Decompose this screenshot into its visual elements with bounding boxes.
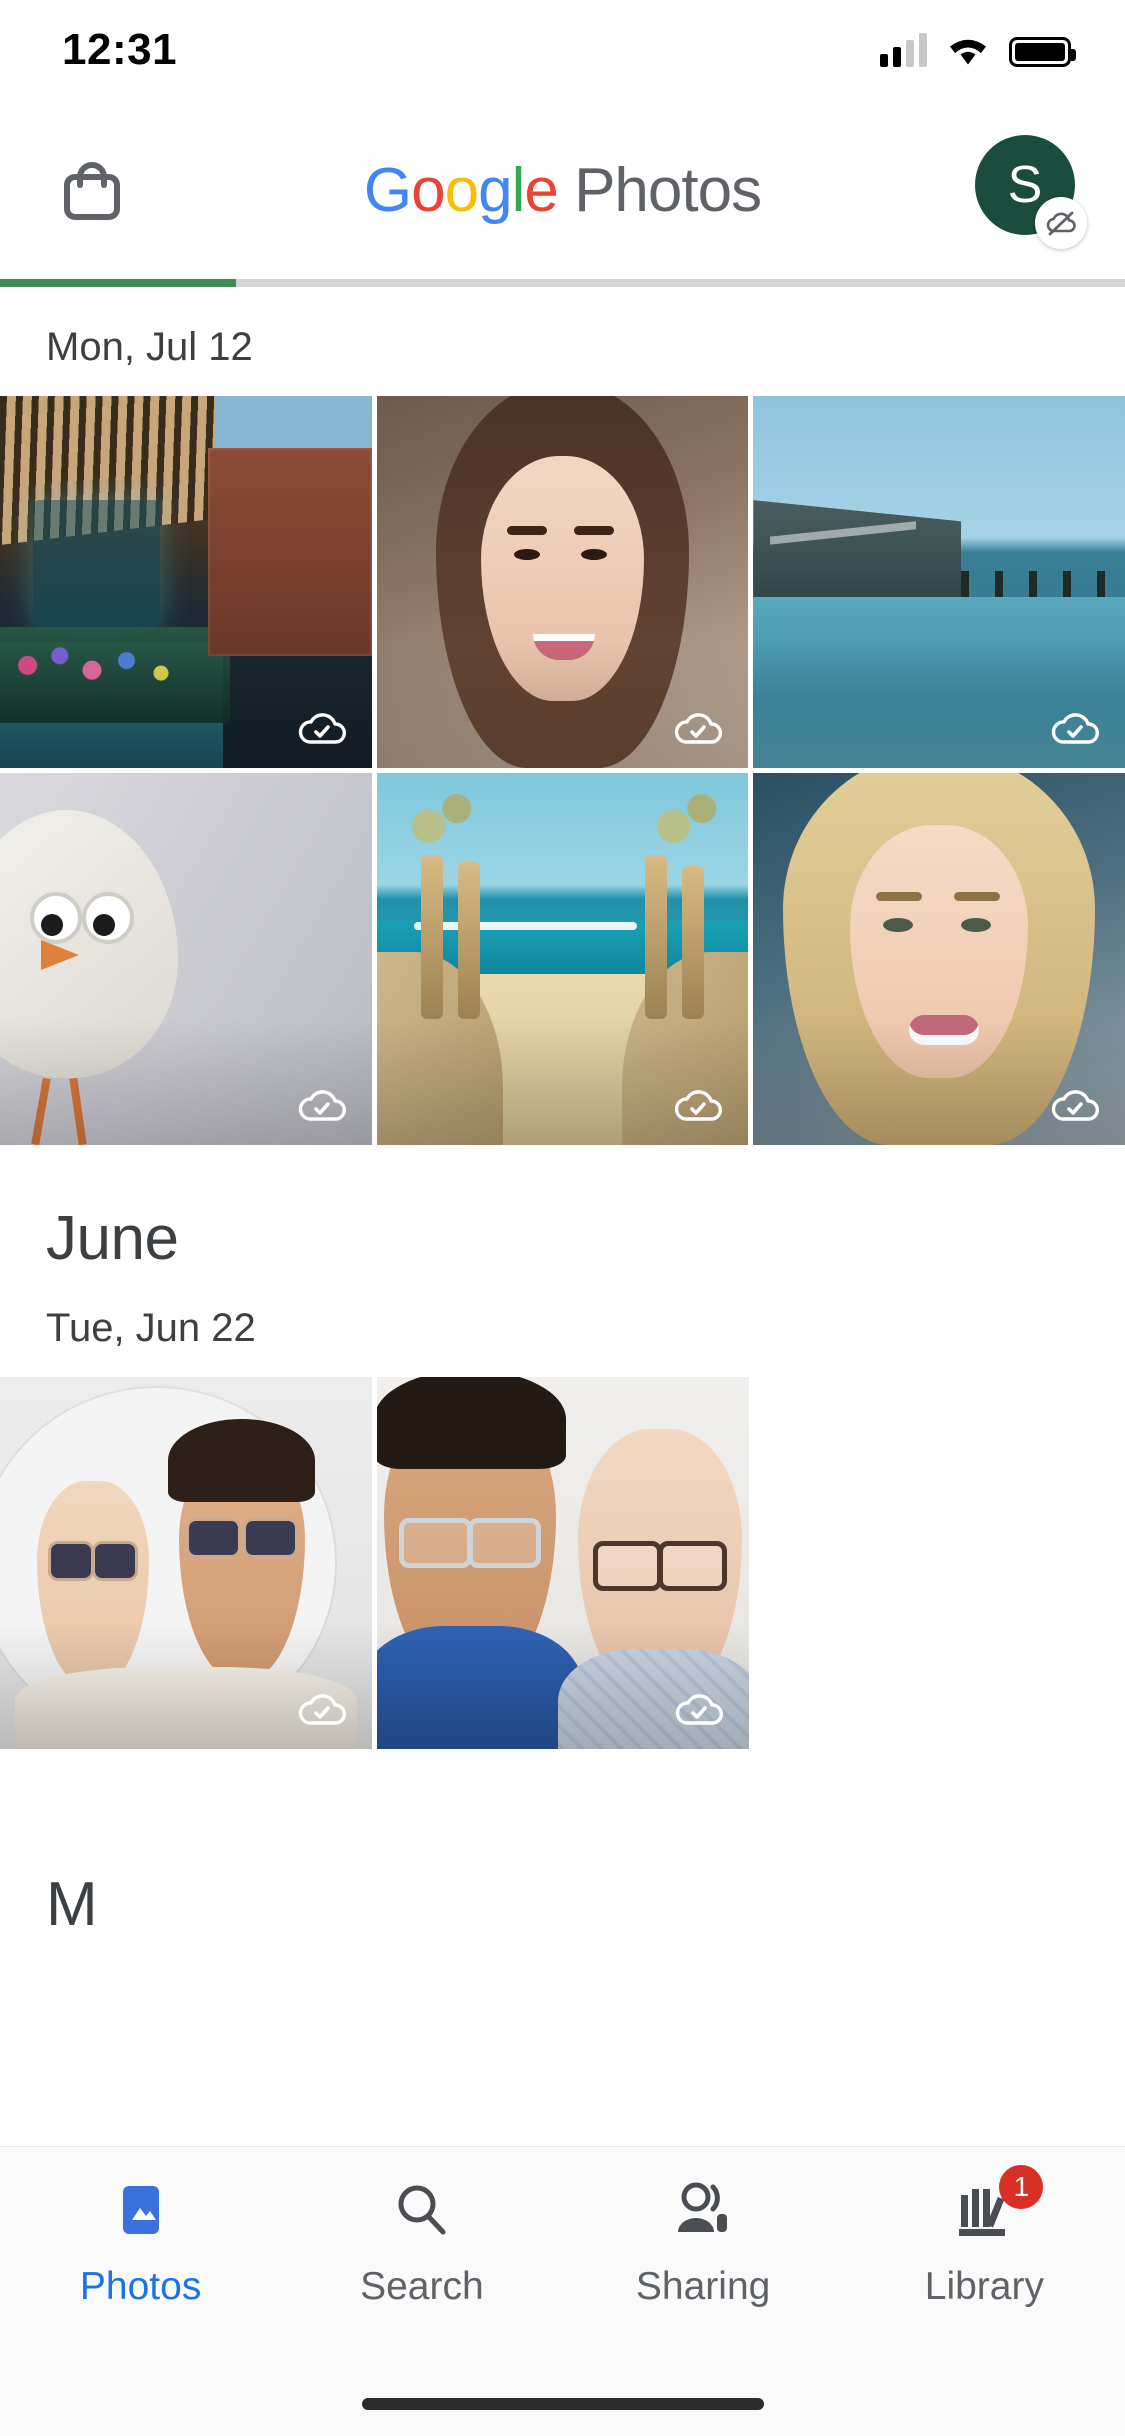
photos-icon — [111, 2173, 171, 2247]
cellular-signal-icon — [880, 33, 927, 67]
photo-tile[interactable] — [376, 773, 749, 1145]
photo-tile[interactable] — [376, 396, 749, 768]
bottom-navigation-bar: Photos Search Sharing 1 Library — [0, 2146, 1125, 2436]
logo-letter-g1: G — [363, 155, 412, 225]
avatar-initial: S — [1007, 156, 1043, 214]
date-header: Mon, Jul 12 — [46, 325, 253, 369]
cloud-done-icon — [298, 1694, 346, 1725]
library-badge: 1 — [999, 2165, 1044, 2209]
nav-label-photos: Photos — [79, 2265, 202, 2308]
sharing-icon — [671, 2173, 735, 2247]
photo-tile[interactable] — [753, 396, 1125, 768]
cloud-done-icon — [298, 1090, 346, 1121]
photo-tile[interactable] — [0, 1377, 372, 1749]
photo-tile[interactable] — [377, 1377, 749, 1749]
search-icon — [391, 2173, 453, 2247]
nav-tab-library[interactable]: 1 Library — [844, 2165, 1125, 2357]
photo-timeline: Mon, Jul 12 June Tue, Jun 22 M — [0, 287, 1125, 1940]
backup-progress-fill — [0, 279, 237, 287]
photo-tile[interactable] — [753, 773, 1125, 1145]
photo-tile[interactable] — [0, 773, 372, 1145]
logo-letter-g2: g — [478, 155, 512, 225]
photo-row — [0, 396, 1125, 768]
photo-row — [0, 1377, 1125, 1749]
google-photos-logo: Google Photos — [0, 100, 1125, 280]
photo-row — [0, 773, 1125, 1145]
google-photos-app-screen: 12:31 Google Photos S Mon, Jul 12 June T… — [0, 0, 1125, 2436]
cloud-done-icon — [675, 713, 723, 744]
status-bar: 12:31 — [0, 0, 1125, 100]
status-bar-time: 12:31 — [62, 25, 178, 74]
timeline-section: Mon, Jul 12 — [0, 287, 1125, 1145]
cloud-done-icon — [1051, 1090, 1100, 1121]
account-avatar-button[interactable]: S — [975, 135, 1087, 249]
logo-letter-o1: o — [411, 155, 445, 225]
nav-label-library: Library — [924, 2265, 1044, 2308]
backup-progress-bar — [0, 279, 1125, 287]
app-header: Google Photos S — [0, 100, 1125, 280]
month-header: June — [46, 1204, 179, 1273]
photo-tile[interactable] — [0, 396, 372, 768]
status-bar-icons — [880, 33, 1076, 67]
nav-label-search: Search — [360, 2265, 484, 2308]
nav-tab-photos[interactable]: Photos — [0, 2173, 281, 2357]
cloud-done-icon — [675, 1694, 723, 1725]
library-icon: 1 — [951, 2165, 1044, 2247]
logo-letter-o2: o — [444, 155, 479, 225]
cloud-done-icon — [298, 713, 346, 744]
cloud-done-icon — [1051, 713, 1100, 744]
home-indicator[interactable] — [361, 2398, 764, 2410]
logo-letter-l: l — [511, 155, 526, 225]
battery-full-icon — [1009, 37, 1076, 67]
wifi-icon — [950, 39, 986, 65]
nav-tab-sharing[interactable]: Sharing — [563, 2173, 844, 2357]
date-header: Tue, Jun 22 — [46, 1306, 256, 1350]
timeline-section: June Tue, Jun 22 — [0, 1145, 1125, 1749]
nav-label-sharing: Sharing — [635, 2265, 771, 2308]
month-header-partial: M — [46, 1870, 98, 1939]
cloud-off-icon — [1035, 197, 1087, 249]
cloud-done-icon — [675, 1090, 723, 1121]
logo-product-name: Photos — [574, 155, 762, 225]
logo-letter-e: e — [524, 155, 558, 225]
nav-tab-search[interactable]: Search — [281, 2173, 562, 2357]
shopping-bag-icon[interactable] — [46, 144, 138, 236]
